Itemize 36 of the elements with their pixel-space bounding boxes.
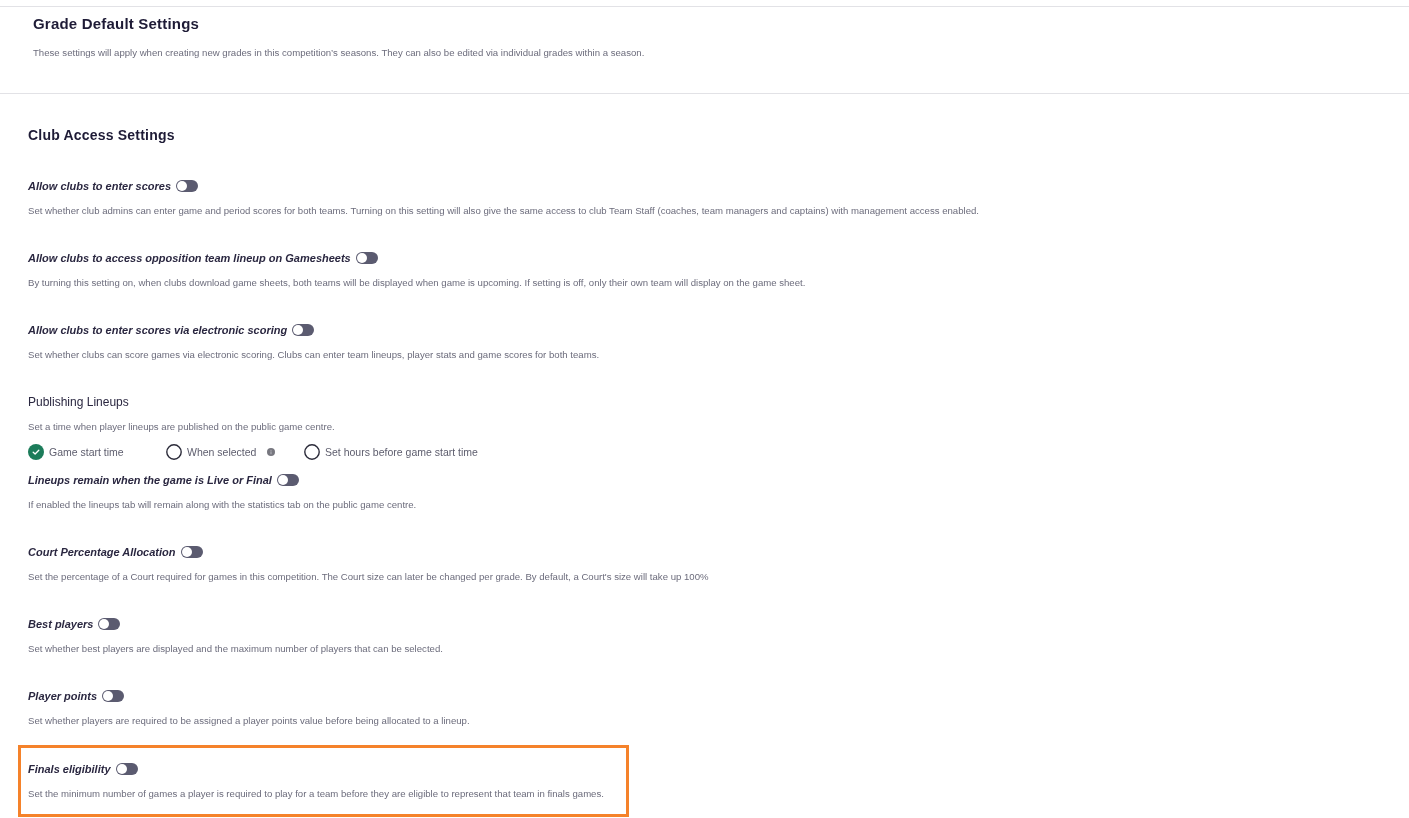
radio-circle-icon [304, 444, 320, 460]
info-icon[interactable] [267, 448, 276, 456]
setting-title: Best players [28, 617, 94, 632]
setting-description: Set whether club admins can enter game and period scores for both teams. Turning on this setting will also give the same access to club Team Staff (coaches, team managers and captains) with management access enabled. [28, 204, 980, 218]
setting-description: Set whether clubs can score games via electronic scoring. Clubs can enter team lineups, player stats and game scores for both teams. [28, 348, 601, 362]
section-title: Grade Default Settings [33, 14, 201, 34]
setting-title: Allow clubs to access opposition team lineup on Gamesheets [28, 251, 351, 266]
setting-description: Set the percentage of a Court required for games in this competition. The Court size can later be changed per grade. By default, a Court's size will take up 100% [28, 570, 710, 584]
toggle-switch[interactable] [292, 324, 315, 336]
radio-option[interactable]: Set hours before game start time [304, 444, 478, 460]
section-title: Club Access Settings [28, 126, 176, 145]
radio-circle-icon [166, 444, 182, 460]
setting-description: Set the minimum number of games a player is required to play for a team before they are eligible to represent that team in finals games. [28, 787, 605, 801]
radio-checked-icon [28, 444, 44, 460]
setting-description: If enabled the lineups tab will remain along with the statistics tab on the public game centre. [28, 498, 418, 512]
setting-description: Set whether players are required to be assigned a player points value before being allocated to a lineup. [28, 714, 471, 728]
setting-description: Set a time when player lineups are published on the public game centre. [28, 420, 336, 434]
setting-description: Set whether best players are displayed and the maximum number of players that can be selected. [28, 642, 444, 656]
setting-title: Allow clubs to enter scores [28, 179, 172, 194]
setting-title: Publishing Lineups [28, 394, 130, 410]
setting-title: Court Percentage Allocation [28, 545, 176, 560]
toggle-switch[interactable] [115, 763, 138, 775]
toggle-switch[interactable] [102, 690, 125, 702]
radio-option[interactable]: When selected [166, 444, 257, 460]
section-description: These settings will apply when creating new grades in this competition’s seasons. They can also be edited via individual grades within a season. [33, 46, 646, 60]
toggle-switch[interactable] [176, 180, 199, 192]
toggle-switch[interactable] [98, 618, 121, 630]
toggle-switch[interactable] [180, 546, 203, 558]
toggle-switch[interactable] [355, 252, 378, 264]
setting-title: Allow clubs to enter scores via electronic scoring [28, 323, 288, 338]
setting-title: Finals eligibility [28, 762, 111, 777]
setting-title: Lineups remain when the game is Live or Final [28, 473, 272, 488]
toggle-switch[interactable] [276, 474, 299, 486]
setting-description: By turning this setting on, when clubs download game sheets, both teams will be displayed when game is upcoming. If setting is off, only their own team will display on the game sheet. [28, 276, 807, 290]
radio-option[interactable]: Game start time [28, 444, 124, 460]
setting-title: Player points [28, 689, 98, 704]
